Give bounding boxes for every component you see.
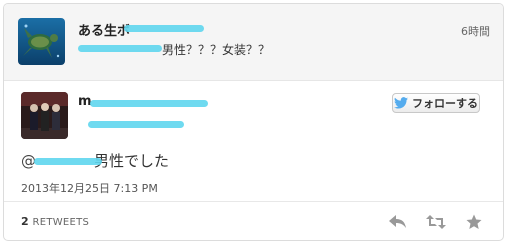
follow-button[interactable]: フォローする: [392, 93, 480, 113]
favorite-button[interactable]: [462, 210, 486, 234]
tweet-body: 男性でした: [94, 152, 170, 170]
redacted-mention: [78, 45, 162, 52]
parent-avatar[interactable]: [18, 18, 65, 65]
follow-button-label: フォローする: [412, 97, 478, 110]
sea-turtle-image: [18, 18, 65, 65]
parent-tweet[interactable]: ある生ボ 男性？？？女装？？ 6時間: [4, 4, 503, 81]
redacted-mention-handle: [34, 158, 102, 165]
retweet-icon: [426, 215, 446, 229]
reply-icon: [389, 215, 406, 228]
twitter-bird-icon: [394, 97, 408, 109]
redacted-author-name: [90, 100, 208, 107]
parent-tweet-text: 男性？？？女装？？: [162, 43, 271, 57]
redacted-author-handle: [88, 121, 184, 128]
retweet-count: 2: [21, 215, 29, 228]
band-photo-image: [21, 92, 68, 139]
star-icon: [466, 214, 482, 229]
tweet-actions: [386, 210, 486, 234]
retweet-stats[interactable]: 2 RETWEETS: [21, 215, 89, 228]
tweet-card: ある生ボ 男性？？？女装？？ 6時間 m フォローする @ 男性でした 2013年…: [3, 3, 504, 241]
redacted-handle: [124, 25, 204, 32]
divider: [4, 201, 503, 202]
author-avatar[interactable]: [21, 92, 68, 139]
tweet-timestamp[interactable]: 2013年12月25日 7:13 PM: [21, 180, 158, 196]
parent-tweet-time[interactable]: 6時間: [461, 23, 490, 39]
retweet-label: RETWEETS: [32, 217, 90, 228]
retweet-button[interactable]: [424, 210, 448, 234]
reply-button[interactable]: [386, 210, 410, 234]
